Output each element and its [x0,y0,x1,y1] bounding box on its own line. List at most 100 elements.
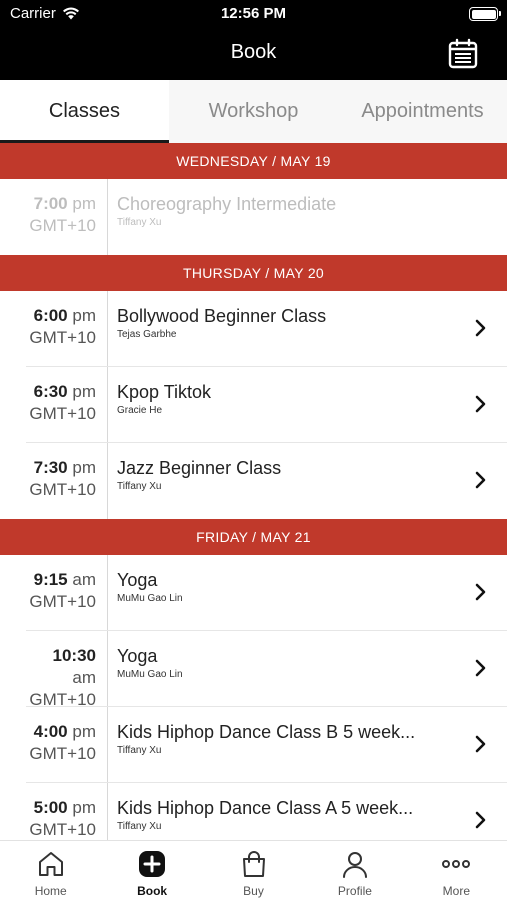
tab-home[interactable]: Home [0,841,101,900]
row-divider [107,783,108,840]
time-period: am [72,668,96,687]
timezone: GMT+10 [29,404,96,423]
class-time: 6:00 pm GMT+10 [26,305,96,349]
time-period: pm [72,798,96,817]
time-value: 6:30 [33,382,68,401]
row-divider [107,367,108,442]
timezone: GMT+10 [29,216,96,235]
book-plus-icon [139,851,166,877]
timezone: GMT+10 [29,744,96,763]
class-row[interactable]: 9:15 am GMT+10 Yoga MuMu Gao Lin [26,555,507,631]
teacher-name: Tejas Garbhe [117,329,177,340]
time-value: 5:00 [33,798,68,817]
chevron-right-icon [475,471,486,489]
bottom-tab-bar: Home Book Buy Profile More [0,840,507,900]
timezone: GMT+10 [29,820,96,839]
more-icon [442,860,471,868]
chevron-right-icon [475,811,486,829]
tab-profile[interactable]: Profile [304,841,405,900]
class-row[interactable]: 4:00 pm GMT+10 Kids Hiphop Dance Class B… [26,707,507,783]
row-divider [107,443,108,519]
tab-label: Profile [337,884,372,898]
class-time: 10:30 am GMT+10 [26,645,96,711]
row-divider [107,707,108,782]
tab-appointments[interactable]: Appointments [338,80,507,143]
class-row[interactable]: 7:00 pm GMT+10 Choreography Intermediate… [26,179,507,255]
teacher-name: Tiffany Xu [117,745,162,756]
status-bar: Carrier 12:56 PM [0,0,507,30]
tab-label: Book [137,884,168,898]
calendar-icon[interactable] [447,38,479,70]
timezone: GMT+10 [29,328,96,347]
time-value: 6:00 [33,306,68,325]
class-name: Yoga [117,646,158,666]
class-row[interactable]: 5:00 pm GMT+10 Kids Hiphop Dance Class A… [26,783,507,840]
profile-icon [342,852,367,878]
tab-label: Home [34,884,67,898]
tab-book[interactable]: Book [101,841,202,900]
time-value: 7:30 [33,458,68,477]
teacher-name: Tiffany Xu [117,481,162,492]
chevron-right-icon [475,735,486,753]
class-name: Kpop Tiktok [117,382,212,402]
class-name: Kids Hiphop Dance Class A 5 week... [117,798,414,818]
class-time: 6:30 pm GMT+10 [26,381,96,425]
time-value: 7:00 [33,194,68,213]
class-name: Jazz Beginner Class [117,458,282,478]
row-divider [107,291,108,366]
battery-icon [469,7,501,21]
class-name: Kids Hiphop Dance Class B 5 week... [117,722,416,742]
chevron-right-icon [475,319,486,337]
tab-label: Buy [243,884,264,898]
time-period: pm [72,458,96,477]
tab-classes[interactable]: Classes [0,80,169,143]
chevron-right-icon [475,659,486,677]
time-period: pm [72,382,96,401]
home-icon [38,852,63,876]
tab-label: More [442,884,470,898]
row-divider [107,179,108,255]
time-value: 10:30 [52,646,96,665]
chevron-right-icon [475,395,486,413]
page-title: Book [230,41,277,63]
status-time: 12:56 PM [220,5,287,22]
shopping-bag-icon [242,851,265,877]
row-divider [107,631,108,706]
teacher-name: MuMu Gao Lin [117,669,183,680]
teacher-name: Tiffany Xu [117,821,162,832]
time-period: am [72,570,96,589]
timezone: GMT+10 [29,592,96,611]
class-row[interactable]: 10:30 am GMT+10 Yoga MuMu Gao Lin [26,631,507,709]
class-name: Yoga [117,570,158,590]
tab-workshop[interactable]: Workshop [169,80,338,143]
nav-bar: Book [0,30,507,80]
class-time: 9:15 am GMT+10 [26,569,96,613]
class-time: 5:00 pm GMT+10 [26,797,96,840]
timezone: GMT+10 [29,480,96,499]
class-time: 4:00 pm GMT+10 [26,721,96,765]
time-value: 9:15 [33,570,68,589]
class-name: Bollywood Beginner Class [117,306,327,326]
tab-bar-top: Classes Workshop Appointments [0,80,507,143]
teacher-name: MuMu Gao Lin [117,593,183,604]
tab-buy[interactable]: Buy [203,841,304,900]
teacher-name: Gracie He [117,405,163,416]
class-row[interactable]: 7:30 pm GMT+10 Jazz Beginner Class Tiffa… [26,443,507,519]
day-header: THURSDAY / MAY 20 [0,255,507,291]
day-header: WEDNESDAY / MAY 19 [0,143,507,179]
time-period: pm [72,194,96,213]
class-row[interactable]: 6:00 pm GMT+10 Bollywood Beginner Class … [26,291,507,367]
row-divider [107,555,108,630]
time-period: pm [72,722,96,741]
tab-more[interactable]: More [406,841,507,900]
day-header: FRIDAY / MAY 21 [0,519,507,555]
class-row[interactable]: 6:30 pm GMT+10 Kpop Tiktok Gracie He [26,367,507,443]
teacher-name: Tiffany Xu [117,217,162,228]
time-value: 4:00 [33,722,68,741]
class-time: 7:00 pm GMT+10 [26,193,96,237]
class-schedule-list[interactable]: WEDNESDAY / MAY 19 7:00 pm GMT+10 Choreo… [0,143,507,840]
time-period: pm [72,306,96,325]
class-name: Choreography Intermediate [117,194,337,214]
chevron-right-icon [475,583,486,601]
class-time: 7:30 pm GMT+10 [26,457,96,501]
